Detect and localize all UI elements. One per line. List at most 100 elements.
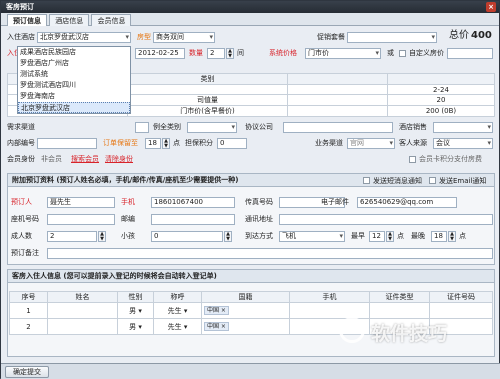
internal-code-input[interactable] [37,138,97,149]
child-label: 小孩 [121,232,135,240]
close-icon[interactable]: × [486,2,496,12]
hotel-sales-select[interactable] [433,122,493,133]
hotel-dropdown-list: 成果酒店民族园店 罗盘酒店广州店 测试系统 罗盘测试酒店四川 罗盘海南店 北京罗… [17,46,131,114]
adult-stepper[interactable]: ▲ ▼ [98,231,106,242]
guest-sex-value: 男 [129,322,137,331]
sms-checkbox[interactable] [363,177,370,184]
hotel-option[interactable]: 罗盘测试酒店四川 [18,80,130,91]
zip-input[interactable] [151,214,235,225]
latest-input[interactable]: 18 [431,231,447,242]
guest-sex-select[interactable]: 男 ▾ [117,302,154,319]
country-chip-label: 中国 [207,323,220,330]
system-price-select[interactable]: 门市价 [305,48,381,59]
child-stepper[interactable]: ▲ ▼ [224,231,232,242]
child-input[interactable]: 0 [151,231,223,242]
hotel-option[interactable]: 成果酒店民族园店 [18,47,130,58]
search-member-link[interactable]: 搜索会员 [71,153,99,165]
sale-type-select[interactable] [187,122,237,133]
country-chip[interactable]: 中国 × [204,322,229,331]
hotel-option-selected[interactable]: 北京罗盘武汉店 [18,102,130,113]
or-label: 或 [387,49,394,57]
checkin-date-input[interactable]: 2012-02-25 [135,48,185,59]
member-points-checkbox[interactable] [409,156,416,163]
country-chip[interactable]: 中国 × [204,306,229,315]
table-cell: 门市价(含早餐价) [127,105,288,117]
hold-until-stepper[interactable]: ▲ ▼ [162,138,170,149]
earliest-label: 最早 [351,232,365,240]
guest-title-select[interactable]: 先生 ▾ [153,302,202,319]
guest-source-select[interactable]: 会议 [433,138,493,149]
table-cell: 20 [387,94,495,106]
quantity-input[interactable]: 2 [207,48,225,59]
mobile-label: 手机 [121,198,135,206]
guest-title-value: 先生 [167,306,182,315]
address-input[interactable] [279,214,493,225]
email-notify-label: 发送Email通知 [439,177,487,185]
hotel-option[interactable]: 测试系统 [18,69,130,80]
earliest-input[interactable]: 12 [369,231,385,242]
biz-channel-label: 业务渠道 [315,139,343,147]
remark-input[interactable] [47,248,493,259]
guest-id-number-input[interactable] [429,302,493,319]
tab-member-info[interactable]: 会员信息 [91,14,132,26]
guest-sex-select[interactable]: 男 ▾ [117,318,154,335]
company-label: 协议公司 [245,123,273,131]
col-id-number: 证件号码 [429,291,493,303]
mobile-input[interactable]: 18601067400 [151,197,235,208]
tab-hotel-info[interactable]: 酒店信息 [49,14,90,26]
fax-label: 传真号码 [245,198,273,206]
guest-country-select[interactable]: 中国 × [201,318,290,335]
phone-input[interactable] [47,214,115,225]
guest-id-type-select[interactable] [369,302,430,319]
hotel-select[interactable]: 北京罗盘武汉店 [37,32,131,43]
window-title: 客房预订 [6,3,34,11]
table-cell: 司值量 [127,94,288,106]
booker-label: 预订人 [11,198,32,206]
total-label: 总价 [449,30,469,41]
col-mobile: 手机 [289,291,370,303]
guest-country-select[interactable]: 中国 × [201,302,290,319]
clear-member-link[interactable]: 清除身份 [105,153,133,165]
price-table-header-cell [387,73,495,85]
hotel-label: 入住酒店 [7,33,35,41]
hotel-option[interactable]: 罗盘酒店广州店 [18,58,130,69]
latest-stepper[interactable]: ▲ ▼ [448,231,456,242]
hold-until-label: 订单保留至 [103,139,138,147]
address-label: 通讯地址 [245,215,273,223]
custom-price-checkbox[interactable] [399,50,406,57]
company-input[interactable] [283,122,393,133]
custom-price-input[interactable] [447,48,493,59]
col-no: 序号 [9,291,48,303]
promo-select[interactable] [347,32,437,43]
biz-channel-select[interactable]: 官网 [347,138,395,149]
guest-no: 1 [9,302,48,319]
price-table-header-cell: 类别 [127,73,288,85]
zip-label: 邮编 [121,215,135,223]
hold-until-input[interactable]: 18 [145,138,161,149]
email-input[interactable]: 626540629@qq.com [357,197,457,208]
internal-code-label: 内部编号 [7,139,35,147]
guest-title-select[interactable]: 先生 ▾ [153,318,202,335]
channel-input[interactable] [135,122,149,133]
guest-name-input[interactable] [47,302,118,319]
phone-label: 座机号码 [11,215,39,223]
guest-mobile-input[interactable] [289,302,370,319]
channel-label: 需求渠道 [7,123,35,131]
guest-name-input[interactable] [47,318,118,335]
watermark-logo-icon [339,317,365,343]
confirm-submit-button[interactable]: 确定提交 [5,366,49,378]
email-notify-checkbox[interactable] [429,177,436,184]
guarantee-points-input[interactable]: 0 [217,138,247,149]
hotel-option[interactable]: 罗盘海南店 [18,91,130,102]
hold-unit-label: 点 [173,139,180,147]
tab-booking-info[interactable]: 预订信息 [7,14,47,26]
adult-input[interactable]: 2 [47,231,97,242]
title-bar: 客房预订 × [1,1,499,13]
room-type-select[interactable]: 商务双间 [153,32,215,43]
arrive-select[interactable]: 飞机 [279,231,345,242]
booker-input[interactable]: 聂先生 [47,197,115,208]
tab-bar: 预订信息 酒店信息 会员信息 [1,13,499,26]
earliest-stepper[interactable]: ▲ ▼ [386,231,394,242]
promo-label: 促销套餐 [317,33,345,41]
quantity-stepper[interactable]: ▲ ▼ [226,48,234,59]
